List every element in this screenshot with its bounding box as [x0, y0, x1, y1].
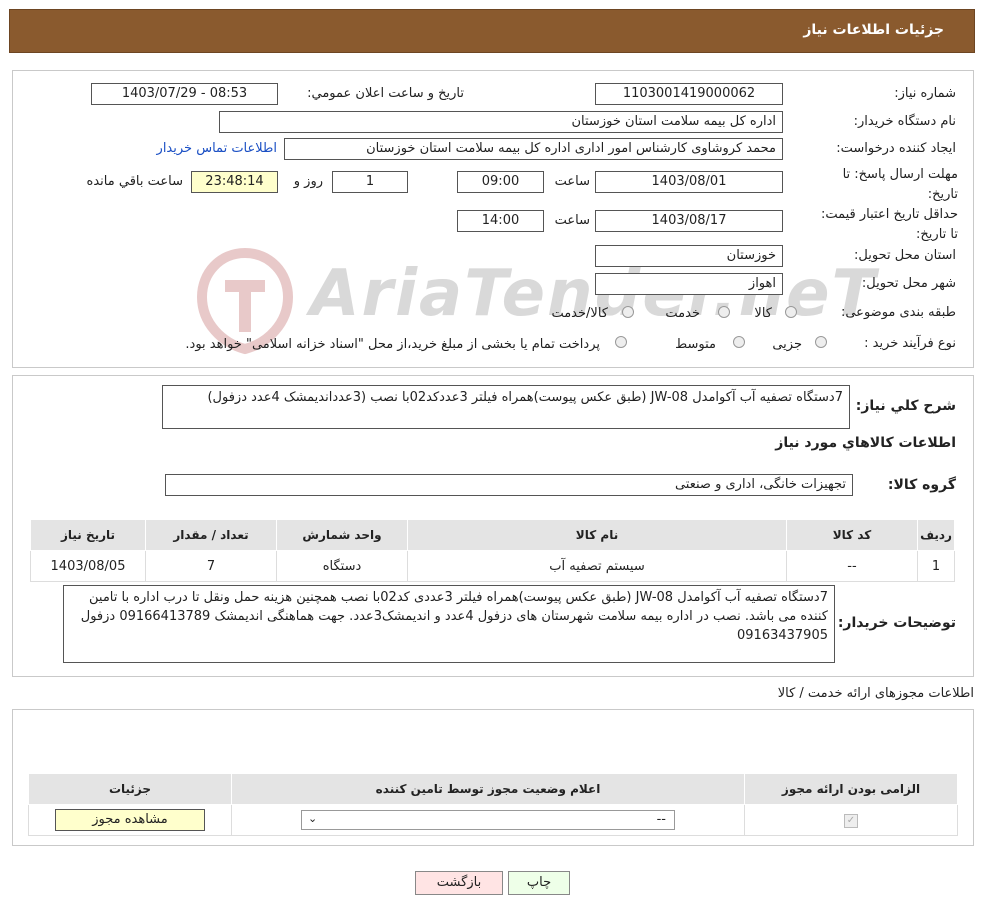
process-option-minor: جزیی [772, 337, 802, 352]
permit-status-value: -- [656, 812, 666, 827]
announce-label: تاریخ و ساعت اعلان عمومي: [307, 86, 464, 101]
permit-required-checkbox: ✓ [844, 814, 858, 828]
requester-label: ايجاد کننده درخواست: [836, 141, 956, 156]
requester-field: محمد کروشاوی کارشناس امور اداری اداره کل… [284, 138, 783, 160]
cell-row-number: 1 [917, 550, 955, 582]
col-row-number: رديف [917, 519, 955, 551]
deadline-date-field: 1403/08/01 [595, 171, 783, 193]
buyer-notes-textarea[interactable]: 7دستگاه تصفیه آب آکوامدل JW-08 (طبق عکس … [63, 585, 835, 663]
need-number-field: 1103001419000062 [595, 83, 783, 105]
col-goods-code: کد کالا [786, 519, 918, 551]
cell-permit-details: مشاهده مجوز [28, 804, 232, 836]
deadline-time-label: ساعت [554, 174, 590, 189]
validity-date-field: 1403/08/17 [595, 210, 783, 232]
category-radio-service[interactable] [718, 306, 730, 318]
table-row: 1 -- سیستم تصفیه آب دستگاه 7 1403/08/05 [30, 550, 955, 582]
city-field: اهواز [595, 273, 783, 295]
remaining-time-field: 23:48:14 [191, 171, 278, 193]
days-label: روز و [293, 174, 323, 189]
buyer-contact-link[interactable]: اطلاعات تماس خریدار [157, 141, 277, 156]
cell-need-date: 1403/08/05 [30, 550, 146, 582]
announce-field: 1403/07/29 - 08:53 [91, 83, 278, 105]
need-number-label: شماره نیاز: [894, 86, 956, 101]
process-note: پرداخت تمام یا بخشی از مبلغ خرید،از محل … [185, 337, 600, 352]
buyer-org-field: اداره کل بیمه سلامت استان خوزستان [219, 111, 783, 133]
view-permit-button[interactable]: مشاهده مجوز [55, 809, 205, 831]
process-radio-minor[interactable] [815, 336, 827, 348]
page-header: جزئیات اطلاعات نیاز [9, 9, 975, 53]
permit-status-select[interactable]: ⌄ -- [301, 810, 675, 830]
process-option-medium: متوسط [675, 337, 716, 352]
col-unit: واحد شمارش [276, 519, 408, 551]
col-permit-required: الزامی بودن ارائه مجوز [744, 773, 958, 805]
cell-permit-status: ⌄ -- [231, 804, 745, 836]
permits-table: الزامی بودن ارائه مجوز اعلام وضعیت مجوز … [28, 773, 958, 836]
process-note-radio [615, 336, 627, 348]
table-row: ✓ ⌄ -- مشاهده مجوز [28, 804, 958, 836]
back-button[interactable]: بازگشت [415, 871, 503, 895]
col-need-date: تاریخ نیاز [30, 519, 146, 551]
process-label: نوع فرآیند خرید : [864, 336, 956, 351]
col-goods-name: نام کالا [407, 519, 787, 551]
cell-quantity: 7 [145, 550, 277, 582]
goods-table: رديف کد کالا نام کالا واحد شمارش تعداد /… [30, 519, 955, 582]
category-radio-goods[interactable] [785, 306, 797, 318]
category-option-goods: کالا [754, 306, 772, 321]
cell-goods-name: سیستم تصفیه آب [407, 550, 787, 582]
cell-goods-code: -- [786, 550, 918, 582]
permits-section-title: اطلاعات مجوزهای ارائه خدمت / کالا [777, 686, 974, 701]
validity-label: حداقل تاريخ اعتبار قيمت: تا تاریخ: [820, 207, 958, 242]
category-radio-goods-service[interactable] [622, 306, 634, 318]
buyer-notes-label: توضیحات خریدار: [837, 615, 956, 631]
goods-section-title: اطلاعات کالاهاي مورد نياز [775, 435, 956, 451]
goods-group-field: تجهیزات خانگی، اداری و صنعتی [165, 474, 853, 496]
process-radio-medium[interactable] [733, 336, 745, 348]
city-label: شهر محل تحویل: [861, 276, 956, 291]
page-title: جزئیات اطلاعات نیاز [803, 22, 944, 38]
province-label: استان محل تحویل: [854, 248, 956, 263]
category-label: طبقه بندی موضوعی: [840, 305, 956, 320]
chevron-down-icon: ⌄ [308, 812, 318, 825]
cell-permit-required: ✓ [744, 804, 958, 836]
province-field: خوزستان [595, 245, 783, 267]
category-option-service: خدمت [665, 306, 700, 321]
deadline-label: مهلت ارسال پاسخ: تا تاریخ: [842, 167, 958, 202]
col-permit-details: جزئیات [28, 773, 232, 805]
cell-unit: دستگاه [276, 550, 408, 582]
summary-label: شرح کلي نياز: [855, 398, 956, 414]
validity-time-field: 14:00 [457, 210, 544, 232]
goods-group-label: گروه کالا: [887, 477, 956, 493]
deadline-time-field: 09:00 [457, 171, 544, 193]
summary-textarea[interactable]: 7دستگاه تصفیه آب آکوامدل JW-08 (طبق عکس … [162, 385, 850, 429]
col-quantity: تعداد / مقدار [145, 519, 277, 551]
days-field: 1 [332, 171, 408, 193]
buyer-org-label: نام دستگاه خريدار: [853, 114, 956, 129]
remaining-label: ساعت باقي مانده [86, 174, 183, 189]
print-button[interactable]: چاپ [508, 871, 570, 895]
validity-time-label: ساعت [554, 213, 590, 228]
col-permit-status: اعلام وضعیت مجوز توسط تامین کننده [231, 773, 745, 805]
category-option-goods-service: کالا/خدمت [551, 306, 608, 321]
